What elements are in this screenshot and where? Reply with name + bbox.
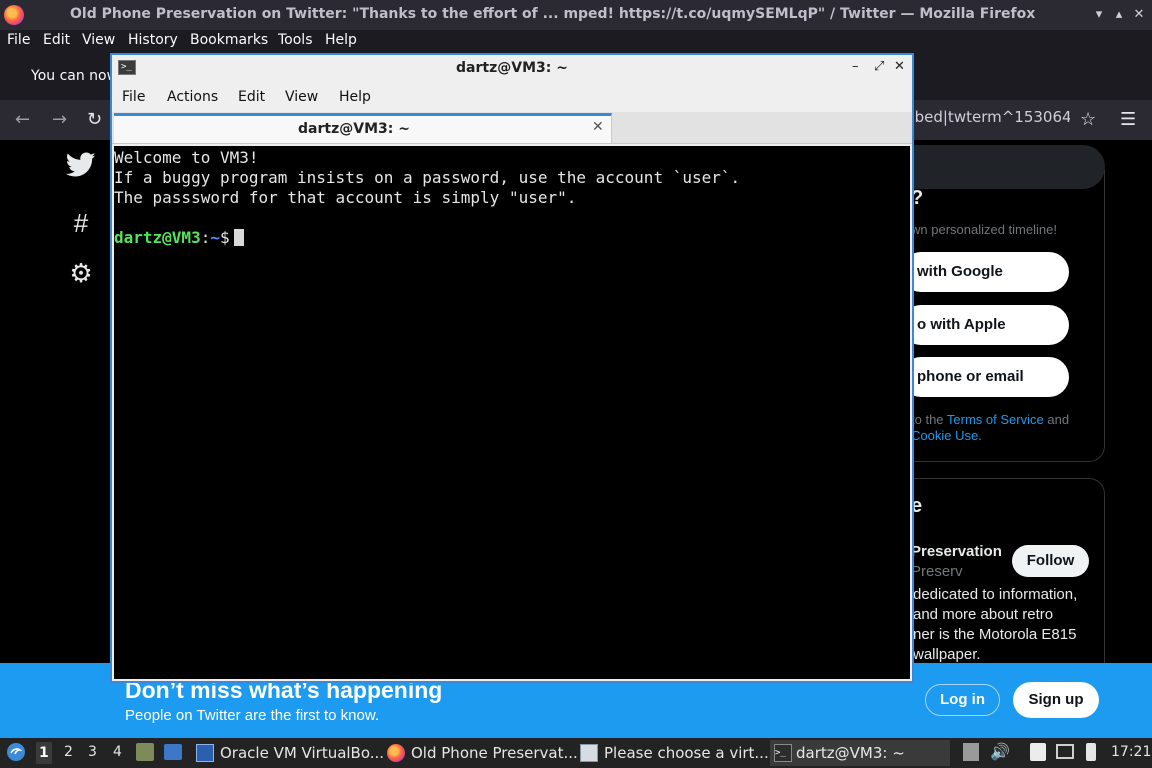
forward-icon[interactable]: → <box>52 109 67 130</box>
menu-view[interactable]: View <box>82 32 115 48</box>
terminal-menu-file[interactable]: File <box>122 89 145 105</box>
prompt-dir: ~ <box>210 228 220 247</box>
tos-and: and <box>1047 412 1070 427</box>
terminal-menu-edit[interactable]: Edit <box>238 89 265 105</box>
clock[interactable]: 17:21 <box>1111 744 1151 760</box>
terminal-output[interactable]: Welcome to VM3! If a buggy program insis… <box>114 146 910 679</box>
terminal-maximize-icon[interactable]: ⤢ <box>874 59 884 74</box>
workspace-2[interactable]: 2 <box>64 744 73 760</box>
terminal-minimize-icon[interactable]: – <box>852 59 859 74</box>
hamburger-menu-icon[interactable]: ☰ <box>1120 109 1136 130</box>
tos-text: to the Terms of Service and Cookie Use. <box>911 412 1101 444</box>
virtualbox-icon <box>196 744 214 762</box>
start-menu-icon[interactable] <box>6 742 26 766</box>
settings-gear-icon[interactable]: ⚙ <box>66 258 96 288</box>
minimize-icon[interactable]: ▾ <box>1090 6 1108 24</box>
terminal-menubar: File Actions Edit View Help <box>112 82 912 112</box>
bookmark-star-icon[interactable]: ☆ <box>1080 109 1096 130</box>
menu-bookmarks[interactable]: Bookmarks <box>190 32 268 48</box>
show-desktop-icon[interactable] <box>164 744 182 760</box>
text-cursor <box>233 229 244 246</box>
terminal-prompt: dartz@VM3:~$ <box>114 228 910 248</box>
login-button[interactable]: Log in <box>925 684 1000 716</box>
tab-close-icon[interactable]: ✕ <box>592 119 604 135</box>
window-title: Old Phone Preservation on Twitter: "Than… <box>70 6 1036 22</box>
clipboard-icon[interactable] <box>1030 743 1046 761</box>
apple-signin-button[interactable]: o with Apple <box>901 305 1069 345</box>
terminal-icon: >_ <box>774 744 792 762</box>
twitter-bird-icon[interactable] <box>65 152 96 182</box>
battery-icon[interactable] <box>1086 743 1096 761</box>
workspace-3[interactable]: 3 <box>88 744 97 760</box>
menu-help[interactable]: Help <box>325 32 357 48</box>
terminal-tab[interactable]: dartz@VM3: ~ ✕ <box>114 113 612 143</box>
tos-prefix: to the <box>911 412 944 427</box>
task-label: Oracle VM VirtualBo... <box>220 744 385 762</box>
workspace-4[interactable]: 4 <box>113 744 122 760</box>
follow-button[interactable]: Follow <box>1012 545 1089 577</box>
firefox-icon <box>387 744 405 762</box>
terminal-window: >_ dartz@VM3: ~ – ⤢ ✕ File Actions Edit … <box>110 53 914 683</box>
url-bar[interactable]: mbed|twterm^153064 <box>900 108 1070 132</box>
terminal-tab-title: dartz@VM3: ~ <box>298 121 410 137</box>
phone-email-signup-button[interactable]: phone or email <box>901 357 1069 397</box>
file-manager-icon[interactable] <box>136 743 154 761</box>
terminal-menu-actions[interactable]: Actions <box>167 89 218 105</box>
terminal-menu-view[interactable]: View <box>285 89 318 105</box>
terminal-titlebar[interactable]: >_ dartz@VM3: ~ – ⤢ ✕ <box>112 55 912 82</box>
maximize-icon[interactable]: ▴ <box>1110 6 1128 24</box>
dialog-window-icon <box>580 744 598 762</box>
signup-button[interactable]: Sign up <box>1013 682 1099 718</box>
menu-history[interactable]: History <box>128 32 178 48</box>
google-signin-button[interactable]: with Google <box>901 252 1069 292</box>
task-choose-vm[interactable]: Please choose a virt... <box>580 740 769 766</box>
terminal-line: Welcome to VM3! <box>114 148 259 167</box>
terminal-tabbar: dartz@VM3: ~ ✕ <box>112 112 912 144</box>
prompt-user: dartz@VM3 <box>114 228 201 247</box>
menu-file[interactable]: File <box>7 32 30 48</box>
task-virtualbox[interactable]: Oracle VM VirtualBo... <box>196 740 384 766</box>
terminal-title: dartz@VM3: ~ <box>456 60 568 76</box>
task-terminal[interactable]: >_ dartz@VM3: ~ <box>770 740 950 766</box>
menu-tools[interactable]: Tools <box>278 32 313 48</box>
task-firefox[interactable]: Old Phone Preservat... <box>387 740 578 766</box>
terms-of-service-link[interactable]: Terms of Service <box>947 412 1044 427</box>
terminal-line: The passsword for that account is simply… <box>114 188 577 207</box>
workspace-1[interactable]: 1 <box>36 742 52 764</box>
banner-subtext: People on Twitter are the first to know. <box>125 707 380 724</box>
package-updates-icon[interactable] <box>963 743 979 761</box>
explore-hashtag-icon[interactable]: # <box>66 208 96 238</box>
firefox-titlebar: Old Phone Preservation on Twitter: "Than… <box>0 0 1152 30</box>
network-icon[interactable] <box>1056 744 1074 759</box>
close-icon[interactable]: ✕ <box>1130 6 1148 24</box>
terminal-close-icon[interactable]: ✕ <box>894 59 905 74</box>
task-label: dartz@VM3: ~ <box>796 744 905 762</box>
volume-icon[interactable]: 🔊 <box>990 742 1010 761</box>
back-icon[interactable]: ← <box>15 109 30 130</box>
menu-edit[interactable]: Edit <box>43 32 70 48</box>
firefox-logo-icon <box>4 5 24 25</box>
terminal-line: If a buggy program insists on a password… <box>114 168 741 187</box>
prompt-sign: $ <box>219 228 230 247</box>
account-bio: dedicated to information, and more about… <box>913 586 1078 663</box>
prompt-separator: : <box>200 228 211 247</box>
cookie-use-link[interactable]: Cookie Use. <box>911 428 982 443</box>
notification-text: You can now <box>31 68 119 84</box>
reload-icon[interactable]: ↻ <box>87 109 102 130</box>
firefox-menubar: File Edit View History Bookmarks Tools H… <box>0 30 1152 54</box>
task-label: Old Phone Preservat... <box>411 744 578 762</box>
account-name[interactable]: Preservation <box>911 543 1002 560</box>
task-label: Please choose a virt... <box>604 744 769 762</box>
terminal-menu-help[interactable]: Help <box>339 89 371 105</box>
taskbar: 1 2 3 4 Oracle VM VirtualBo... Old Phone… <box>0 738 1152 768</box>
account-handle: Preserv <box>911 563 963 580</box>
login-subtitle: wn personalized timeline! <box>911 222 1057 237</box>
